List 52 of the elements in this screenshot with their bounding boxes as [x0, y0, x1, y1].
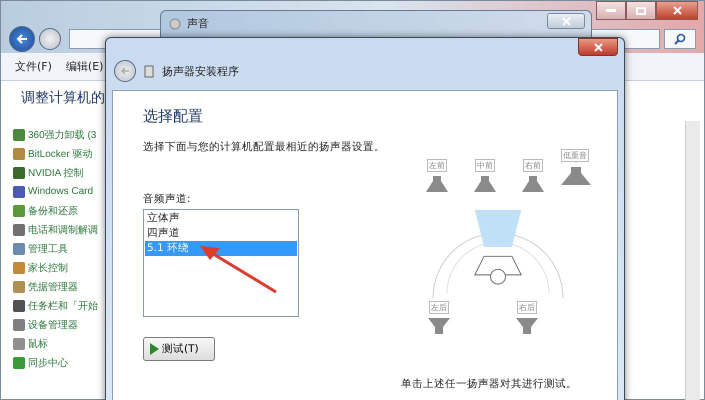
menu-item[interactable]: 编辑(E) — [66, 59, 104, 74]
close-button[interactable] — [547, 13, 585, 29]
close-icon — [594, 42, 602, 52]
close-icon — [672, 6, 682, 15]
speaker-label: 中前 — [475, 159, 495, 172]
control-panel-link[interactable]: 鼠标 — [28, 336, 48, 350]
close-icon — [562, 16, 570, 26]
instruction-text: 单击上述任一扬声器对其进行测试。 — [401, 377, 577, 391]
speaker-label: 左后 — [429, 301, 449, 314]
search-field[interactable] — [664, 29, 696, 49]
close-button[interactable] — [578, 38, 618, 56]
window-title: 声音 — [187, 16, 209, 31]
scroll-bar[interactable] — [685, 121, 700, 400]
control-panel-link[interactable]: NVIDIA 控制 — [28, 166, 84, 180]
control-panel-link[interactable]: 管理工具 — [28, 242, 68, 256]
window-title: 扬声器安装程序 — [162, 64, 239, 78]
control-panel-link[interactable]: Windows Card — [28, 186, 94, 197]
search-icon — [674, 33, 686, 45]
minimize-icon — [606, 9, 616, 12]
control-panel-link[interactable]: 任务栏和「开始 — [28, 298, 98, 312]
minimize-button[interactable] — [596, 1, 626, 20]
list-item[interactable]: 5.1 环绕 — [145, 241, 297, 256]
page-heading: 调整计算机的 — [21, 89, 106, 107]
control-panel-link[interactable]: 凭据管理器 — [28, 280, 78, 294]
speaker-label: 右后 — [517, 301, 537, 314]
play-icon — [150, 343, 159, 355]
list-item[interactable]: 立体声 — [145, 211, 297, 226]
control-panel-link[interactable]: 360强力卸载 (3 — [28, 128, 96, 142]
maximize-button[interactable] — [626, 1, 656, 20]
control-panel-link[interactable]: 同步中心 — [28, 356, 68, 370]
list-label: 音频声道: — [143, 192, 192, 206]
back-arrow-icon — [16, 34, 28, 44]
forward-button[interactable] — [39, 28, 61, 50]
maximize-icon — [636, 6, 646, 14]
control-panel-link[interactable]: 设备管理器 — [28, 318, 78, 332]
speaker-label: 低重音 — [561, 149, 589, 162]
back-button[interactable] — [9, 26, 35, 52]
dialog-heading: 选择配置 — [143, 107, 204, 126]
channel-list[interactable]: 立体声 四声道 5.1 环绕 — [143, 209, 299, 317]
control-panel-link[interactable]: 家长控制 — [28, 260, 68, 274]
test-button[interactable]: 测试(T) — [143, 337, 215, 361]
speaker-label: 左前 — [427, 159, 447, 172]
speaker-label: 右前 — [523, 159, 543, 172]
back-arrow-icon — [120, 67, 130, 75]
description: 选择下面与您的计算机配置最相近的扬声器设置。 — [143, 140, 386, 154]
close-button[interactable] — [656, 1, 698, 20]
list-item[interactable]: 四声道 — [145, 226, 297, 241]
menu-item[interactable]: 文件(F) — [15, 59, 52, 74]
control-panel-link[interactable]: 备份和还原 — [28, 204, 78, 218]
back-button[interactable] — [114, 60, 136, 82]
control-panel-link[interactable]: BitLocker 驱动 — [28, 146, 92, 160]
control-panel-link[interactable]: 电话和调制解调 — [28, 222, 98, 236]
